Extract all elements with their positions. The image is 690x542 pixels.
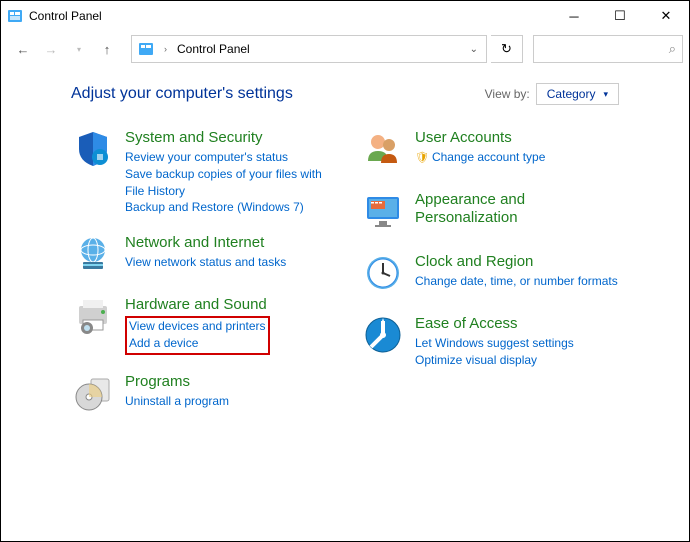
view-by-container: View by: Category ▾ xyxy=(485,83,619,105)
link-date-time-formats[interactable]: Change date, time, or number formats xyxy=(415,273,618,290)
search-icon: ⌕ xyxy=(669,41,676,57)
users-icon xyxy=(361,129,405,173)
control-panel-icon xyxy=(138,41,154,57)
maximize-button[interactable]: ☐ xyxy=(597,1,643,31)
link-file-history[interactable]: Save backup copies of your files with Fi… xyxy=(125,166,341,200)
category-title[interactable]: Ease of Access xyxy=(415,315,574,333)
link-add-device[interactable]: Add a device xyxy=(129,335,266,352)
link-change-account-type[interactable]: Change account type xyxy=(415,149,545,166)
printer-icon xyxy=(71,296,115,340)
view-by-value: Category xyxy=(547,87,596,101)
highlighted-links: View devices and printers Add a device xyxy=(125,316,270,355)
clock-icon xyxy=(361,253,405,297)
app-icon xyxy=(7,8,23,24)
category-programs: Programs Uninstall a program xyxy=(71,373,341,417)
category-title[interactable]: User Accounts xyxy=(415,129,545,147)
category-title[interactable]: Programs xyxy=(125,373,229,391)
page-heading: Adjust your computer's settings xyxy=(71,85,293,103)
link-optimize-display[interactable]: Optimize visual display xyxy=(415,352,574,369)
category-clock: Clock and Region Change date, time, or n… xyxy=(361,253,631,297)
window-title: Control Panel xyxy=(29,9,551,23)
view-by-label: View by: xyxy=(485,87,530,101)
minimize-button[interactable]: ─ xyxy=(551,1,597,31)
address-bar[interactable]: › Control Panel ⌄ xyxy=(131,35,487,63)
forward-button[interactable]: → xyxy=(39,37,63,61)
search-input[interactable]: ⌕ xyxy=(533,35,683,63)
recent-dropdown[interactable]: ▾ xyxy=(67,37,91,61)
content-area: Adjust your computer's settings View by:… xyxy=(1,67,689,435)
address-dropdown-icon[interactable]: ⌄ xyxy=(462,44,486,55)
category-appearance: Appearance and Personalization xyxy=(361,191,631,235)
navbar: ← → ▾ ↑ › Control Panel ⌄ ↻ ⌕ xyxy=(1,31,689,67)
refresh-button[interactable]: ↻ xyxy=(491,35,523,63)
link-backup-restore[interactable]: Backup and Restore (Windows 7) xyxy=(125,199,341,216)
back-button[interactable]: ← xyxy=(11,37,35,61)
breadcrumb-chevron-icon[interactable]: › xyxy=(160,44,171,54)
category-title[interactable]: Clock and Region xyxy=(415,253,618,271)
link-review-status[interactable]: Review your computer's status xyxy=(125,149,341,166)
shield-icon xyxy=(71,129,115,173)
link-network-status[interactable]: View network status and tasks xyxy=(125,254,286,271)
close-button[interactable]: ✕ xyxy=(643,1,689,31)
category-title[interactable]: Hardware and Sound xyxy=(125,296,270,314)
chevron-down-icon: ▾ xyxy=(603,89,608,100)
category-hardware: Hardware and Sound View devices and prin… xyxy=(71,296,341,355)
monitor-icon xyxy=(361,191,405,235)
link-devices-printers[interactable]: View devices and printers xyxy=(129,318,266,335)
link-suggest-settings[interactable]: Let Windows suggest settings xyxy=(415,335,574,352)
breadcrumb-location[interactable]: Control Panel xyxy=(177,42,250,56)
category-title[interactable]: System and Security xyxy=(125,129,341,147)
category-title[interactable]: Appearance and Personalization xyxy=(415,191,631,227)
titlebar: Control Panel ─ ☐ ✕ xyxy=(1,1,689,31)
up-button[interactable]: ↑ xyxy=(95,37,119,61)
disc-icon xyxy=(71,373,115,417)
link-uninstall[interactable]: Uninstall a program xyxy=(125,393,229,410)
category-ease-of-access: Ease of Access Let Windows suggest setti… xyxy=(361,315,631,369)
globe-icon xyxy=(71,234,115,278)
category-title[interactable]: Network and Internet xyxy=(125,234,286,252)
category-network: Network and Internet View network status… xyxy=(71,234,341,278)
category-user-accounts: User Accounts Change account type xyxy=(361,129,631,173)
view-by-select[interactable]: Category ▾ xyxy=(536,83,619,105)
ease-icon xyxy=(361,315,405,359)
category-system-security: System and Security Review your computer… xyxy=(71,129,341,216)
